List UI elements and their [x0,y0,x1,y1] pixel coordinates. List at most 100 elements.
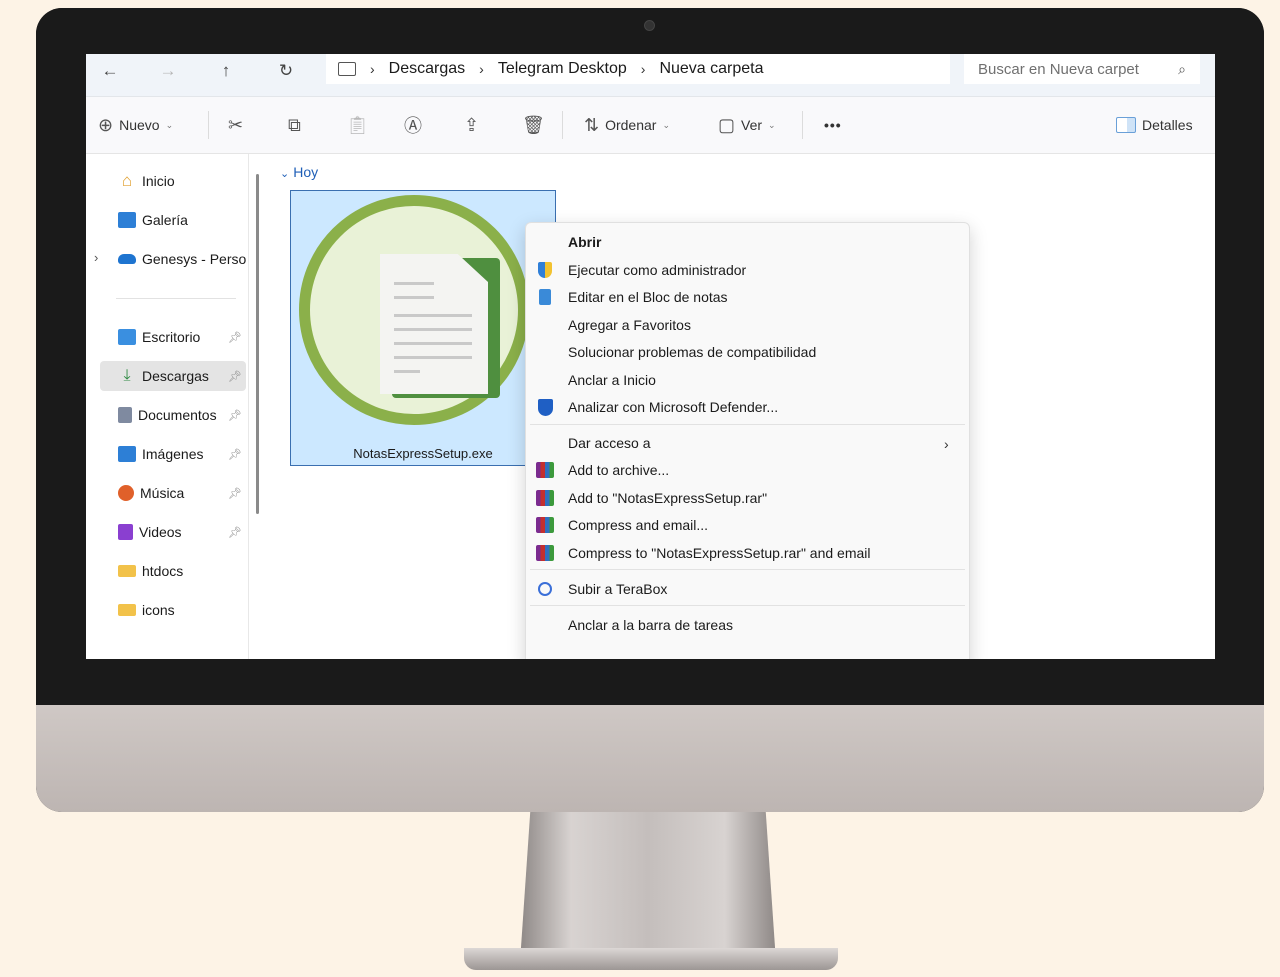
webcam [644,20,655,31]
toolbar-divider [802,111,803,139]
menu-item-agregar-favoritos[interactable]: Agregar a Favoritos [568,312,691,338]
plus-circle-icon: ⊕ [98,114,114,135]
music-icon [118,485,134,501]
sidebar-item-inicio[interactable]: ⌂ Inicio [118,166,246,196]
chevron-down-icon: ⌄ [662,119,670,130]
monitor-stand-base [464,948,838,970]
menu-separator [530,605,965,606]
sidebar-item-documentos[interactable]: Documentos 📌︎ [118,400,246,430]
menu-item-add-to-archive[interactable]: Add to archive... [568,457,669,483]
chevron-right-icon[interactable]: › [94,250,98,265]
shield-icon [536,261,554,279]
address-bar: ← → ↑ ↻ › Descargas › Telegram Desktop ›… [86,54,1215,97]
delete-button[interactable]: 🗑︎ [522,97,545,153]
chevron-down-icon: ⌄ [768,119,776,130]
menu-item-compress-to-rar-and-email[interactable]: Compress to "NotasExpressSetup.rar" and … [568,540,871,566]
sidebar-item-label: Inicio [142,173,175,189]
breadcrumb-item-nueva-carpeta[interactable]: Nueva carpeta [659,60,763,78]
terabox-icon [536,580,554,598]
winrar-icon [536,516,554,534]
menu-item-editar-bloc-de-notas[interactable]: Editar en el Bloc de notas [568,284,728,310]
sidebar-item-label: Descargas [142,368,209,384]
folder-icon [118,565,136,577]
menu-separator [530,569,965,570]
menu-item-compress-and-email[interactable]: Compress and email... [568,512,708,538]
pin-icon[interactable]: 📌︎ [228,331,242,344]
menu-item-abrir[interactable]: Abrir [568,229,601,255]
desktop-icon [118,329,136,345]
sidebar-item-descargas[interactable]: ⤓ Descargas 📌︎ [100,361,246,391]
home-icon: ⌂ [121,171,133,190]
breadcrumb-item-descargas[interactable]: Descargas [389,60,465,78]
sidebar-item-label: Galería [142,212,188,228]
menu-item-anclar-inicio[interactable]: Anclar a Inicio [568,367,656,393]
chevron-down-icon: ⌄ [165,119,174,130]
paste-button[interactable]: 📋︎ [346,97,369,153]
menu-item-solucionar-compatibilidad[interactable]: Solucionar problemas de compatibilidad [568,339,816,365]
sidebar-item-genesys[interactable]: Genesys - Persor [118,244,246,274]
file-name: NotasExpressSetup.exe [353,446,493,461]
gallery-icon [118,212,136,228]
sidebar-item-escritorio[interactable]: Escritorio 📌︎ [118,322,246,352]
breadcrumb[interactable]: › Descargas › Telegram Desktop › Nueva c… [326,54,950,84]
sidebar-item-videos[interactable]: Videos 📌︎ [118,517,246,547]
details-label: Detalles [1142,117,1193,133]
refresh-button[interactable]: ↻ [272,58,300,84]
copy-icon: ⧉ [288,114,301,135]
rename-icon: Ⓐ [404,116,422,136]
monitor-chin [36,705,1264,812]
folder-icon [118,604,136,616]
menu-item-subir-terabox[interactable]: Subir a TeraBox [568,576,667,602]
details-pane-icon [1116,117,1136,133]
pin-icon[interactable]: 📌︎ [228,448,242,461]
menu-separator [530,424,965,425]
pin-icon[interactable]: 📌︎ [228,370,242,383]
share-button[interactable]: ⇪ [464,97,479,153]
details-pane-button[interactable]: Detalles [1116,97,1193,153]
menu-item-analizar-defender[interactable]: Analizar con Microsoft Defender... [568,394,778,420]
share-icon: ⇪ [464,114,480,135]
sort-label: Ordenar [605,117,657,133]
up-button[interactable]: ↑ [212,58,240,84]
copy-button[interactable]: ⧉ [288,97,301,153]
more-options-button[interactable]: ••• [824,97,842,153]
videos-icon [118,524,133,540]
new-label: Nuevo [119,117,160,133]
sort-button[interactable]: ⇅ Ordenar ⌄ [584,97,670,153]
menu-item-add-to-rar[interactable]: Add to "NotasExpressSetup.rar" [568,485,767,511]
view-button[interactable]: ▢ Ver ⌄ [718,97,776,153]
sidebar-scrollbar[interactable] [256,174,259,514]
doc-line [394,370,420,373]
group-header[interactable]: ⌄ Hoy [280,164,318,180]
command-bar: ⊕ Nuevo ⌄ ✂ ⧉ 📋︎ Ⓐ ⇪ 🗑︎ ⇅ Ordenar ⌄ ▢ Ve… [86,97,1215,154]
cut-button[interactable]: ✂ [228,97,243,153]
sidebar-item-musica[interactable]: Música 📌︎ [118,478,246,508]
chevron-right-icon: › [944,436,949,452]
chevron-right-icon: › [640,61,646,77]
sidebar-item-label: htdocs [142,563,184,579]
sidebar-item-label: Imágenes [142,446,204,462]
toolbar-divider [208,111,209,139]
new-button[interactable]: ⊕ Nuevo ⌄ [98,97,173,153]
view-label: Ver [741,117,763,133]
menu-item-dar-acceso[interactable]: Dar acceso a [568,430,650,456]
sidebar-item-label: Videos [139,524,182,540]
pin-icon[interactable]: 📌︎ [228,526,242,539]
search-input[interactable]: Buscar en Nueva carpet ⌕ [964,54,1200,84]
file-item[interactable]: NotasExpressSetup.exe [290,190,556,466]
search-icon: ⌕ [1178,60,1186,77]
pin-icon[interactable]: 📌︎ [228,409,242,422]
sidebar-item-htdocs[interactable]: htdocs [118,556,246,586]
rename-button[interactable]: Ⓐ [404,97,422,153]
pin-icon[interactable]: 📌︎ [228,487,242,500]
menu-item-ejecutar-como-administrador[interactable]: Ejecutar como administrador [568,257,746,283]
menu-item-anclar-barra-tareas[interactable]: Anclar a la barra de tareas [568,612,733,638]
arrow-right-icon: → [159,61,177,80]
sidebar-item-galeria[interactable]: Galería [118,205,246,235]
sidebar-item-imagenes[interactable]: Imágenes 📌︎ [118,439,246,469]
sidebar-item-icons[interactable]: icons [118,595,246,625]
back-button[interactable]: ← [96,58,124,84]
forward-button[interactable]: → [154,58,182,84]
sidebar-item-label: Genesys - Persor [142,251,246,267]
breadcrumb-item-telegram-desktop[interactable]: Telegram Desktop [498,60,627,78]
